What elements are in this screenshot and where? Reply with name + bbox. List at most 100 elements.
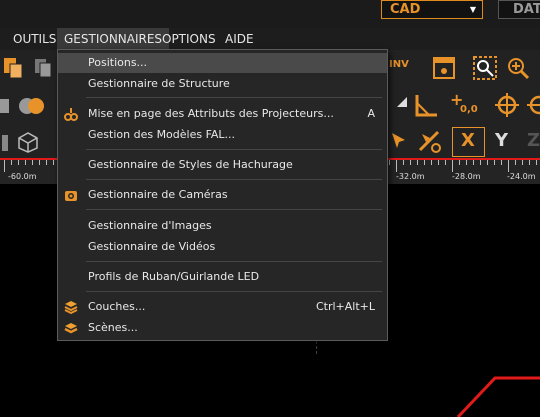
data-combo[interactable]: DAT [498, 0, 540, 19]
ruler-tick [46, 160, 47, 165]
menu-item-shortcut: Ctrl+Alt+L [315, 300, 375, 313]
ruler-tick [4, 160, 5, 172]
ruler-tick [487, 160, 488, 165]
tool-icon[interactable] [0, 95, 12, 117]
menu-item-camera-manager[interactable]: Gestionnaire de Caméras [58, 185, 387, 205]
camera-icon [65, 191, 77, 201]
menu-item-label: Gestionnaire de Structure [88, 77, 230, 90]
ruler-label: -24.0m [507, 172, 536, 181]
invert-selection-icon[interactable]: INV [389, 56, 411, 78]
menu-item-fal-models[interactable]: Gestion des Modèles FAL... [58, 125, 387, 145]
gestionnaires-menu: Positions... Gestionnaire de Structure M… [57, 49, 388, 341]
ruler-tick [11, 160, 12, 165]
axis-y-button[interactable]: Y [495, 130, 508, 151]
axis-x-label: X [461, 130, 475, 151]
ruler-tick [445, 160, 446, 165]
menu-separator [86, 209, 382, 210]
ruler-tick [424, 160, 425, 165]
data-combo-value: DAT [513, 2, 540, 17]
edge-tool-icon[interactable] [2, 133, 10, 153]
menu-item-label: Gestionnaire de Caméras [88, 188, 228, 201]
menu-item-scenes[interactable]: Scènes... [58, 318, 387, 338]
axis-z-button[interactable]: Z [527, 130, 540, 151]
ruler-tick [494, 160, 495, 165]
select-tool-icon[interactable] [389, 130, 411, 152]
workspace-combo[interactable]: CAD ▼ [381, 0, 483, 19]
workspace-combo-value: CAD [390, 2, 421, 17]
layers-icon [64, 301, 78, 314]
menubar: OUTILS GESTIONNAIRES OPTIONS AIDE [0, 28, 540, 50]
menu-separator [86, 261, 382, 262]
menu-item-shortcut: A [367, 107, 375, 120]
ruler-tick [508, 160, 509, 172]
menu-item-projector-attributes[interactable]: Mise en page des Attributs des Projecteu… [58, 104, 387, 124]
drawing-shape [456, 376, 540, 417]
axis-x-button[interactable]: X [452, 127, 485, 157]
ruler-tick [32, 160, 33, 165]
ruler-tick [466, 160, 467, 165]
menu-separator [86, 97, 382, 98]
menu-separator [86, 149, 382, 150]
zoom-in-icon[interactable] [506, 56, 530, 80]
projector-icon [64, 108, 78, 121]
crosshair-icon[interactable] [494, 92, 520, 118]
zoom-selection-icon[interactable] [473, 56, 497, 80]
menu-outils[interactable]: OUTILS [13, 28, 56, 50]
menu-item-hatch-styles[interactable]: Gestionnaire de Styles de Hachurage [58, 155, 387, 175]
ruler-label: -28.0m [452, 172, 481, 181]
menu-item-video-manager[interactable]: Gestionnaire de Vidéos [58, 237, 387, 257]
window-icon[interactable] [432, 56, 456, 80]
ruler-tick [452, 160, 453, 172]
inv-label: INV [389, 59, 409, 70]
ruler-tick [18, 160, 19, 165]
menu-options[interactable]: OPTIONS [162, 28, 216, 50]
scenes-icon [64, 323, 78, 334]
ruler-tick [536, 160, 537, 165]
box-icon[interactable] [16, 130, 40, 154]
menu-item-layers[interactable]: Couches... Ctrl+Alt+L [58, 297, 387, 317]
crosshair-icon-partial[interactable] [526, 92, 540, 118]
copy-icon[interactable] [32, 56, 54, 80]
menu-item-label: Couches... [88, 300, 146, 313]
ruler-tick [522, 160, 523, 165]
ruler-label: -60.0m [8, 172, 37, 181]
ruler-tick [473, 160, 474, 165]
menu-item-label: Gestionnaire d'Images [88, 219, 212, 232]
menu-item-led-profiles[interactable]: Profils de Ruban/Guirlande LED [58, 267, 387, 287]
ruler-tick [403, 160, 404, 165]
menu-item-label: Gestionnaire de Styles de Hachurage [88, 158, 293, 171]
menu-item-positions[interactable]: Positions... [58, 53, 387, 73]
ruler-label: -32.0m [396, 172, 425, 181]
ruler-tick [501, 160, 502, 165]
group-tool-icon[interactable] [18, 93, 46, 119]
menu-item-label: Positions... [88, 56, 148, 69]
menu-aide[interactable]: AIDE [225, 28, 254, 50]
chevron-down-icon: ▼ [469, 5, 476, 14]
origin-label: 0,0 [460, 104, 478, 115]
menu-item-label: Mise en page des Attributs des Projecteu… [88, 107, 334, 120]
menu-item-label: Profils de Ruban/Guirlande LED [88, 270, 260, 283]
ruler-tick [417, 160, 418, 165]
menu-item-structure-manager[interactable]: Gestionnaire de Structure [58, 74, 387, 94]
ruler-tick [389, 160, 390, 165]
menu-item-label: Gestionnaire de Vidéos [88, 240, 216, 253]
angle-icon[interactable] [414, 92, 440, 118]
menu-separator [86, 179, 382, 180]
ruler-tick [396, 160, 397, 172]
paste-icon[interactable] [2, 56, 24, 80]
ruler-tick [25, 160, 26, 165]
menu-gestionnaires[interactable]: GESTIONNAIRES [57, 28, 170, 50]
menu-item-label: Scènes... [88, 321, 138, 334]
ruler-tick [410, 160, 411, 165]
play-arrow-icon[interactable] [395, 95, 409, 109]
ruler-tick [53, 160, 54, 165]
ruler-tick [529, 160, 530, 165]
ruler-tick [39, 160, 40, 165]
set-origin-icon[interactable]: + 0,0 [450, 90, 480, 118]
menu-separator [86, 291, 382, 292]
ruler-tick [459, 160, 460, 165]
snap-tool-icon[interactable] [416, 128, 444, 154]
menu-item-image-manager[interactable]: Gestionnaire d'Images [58, 216, 387, 236]
menu-item-label: Gestion des Modèles FAL... [88, 128, 236, 141]
ruler-tick [480, 160, 481, 165]
